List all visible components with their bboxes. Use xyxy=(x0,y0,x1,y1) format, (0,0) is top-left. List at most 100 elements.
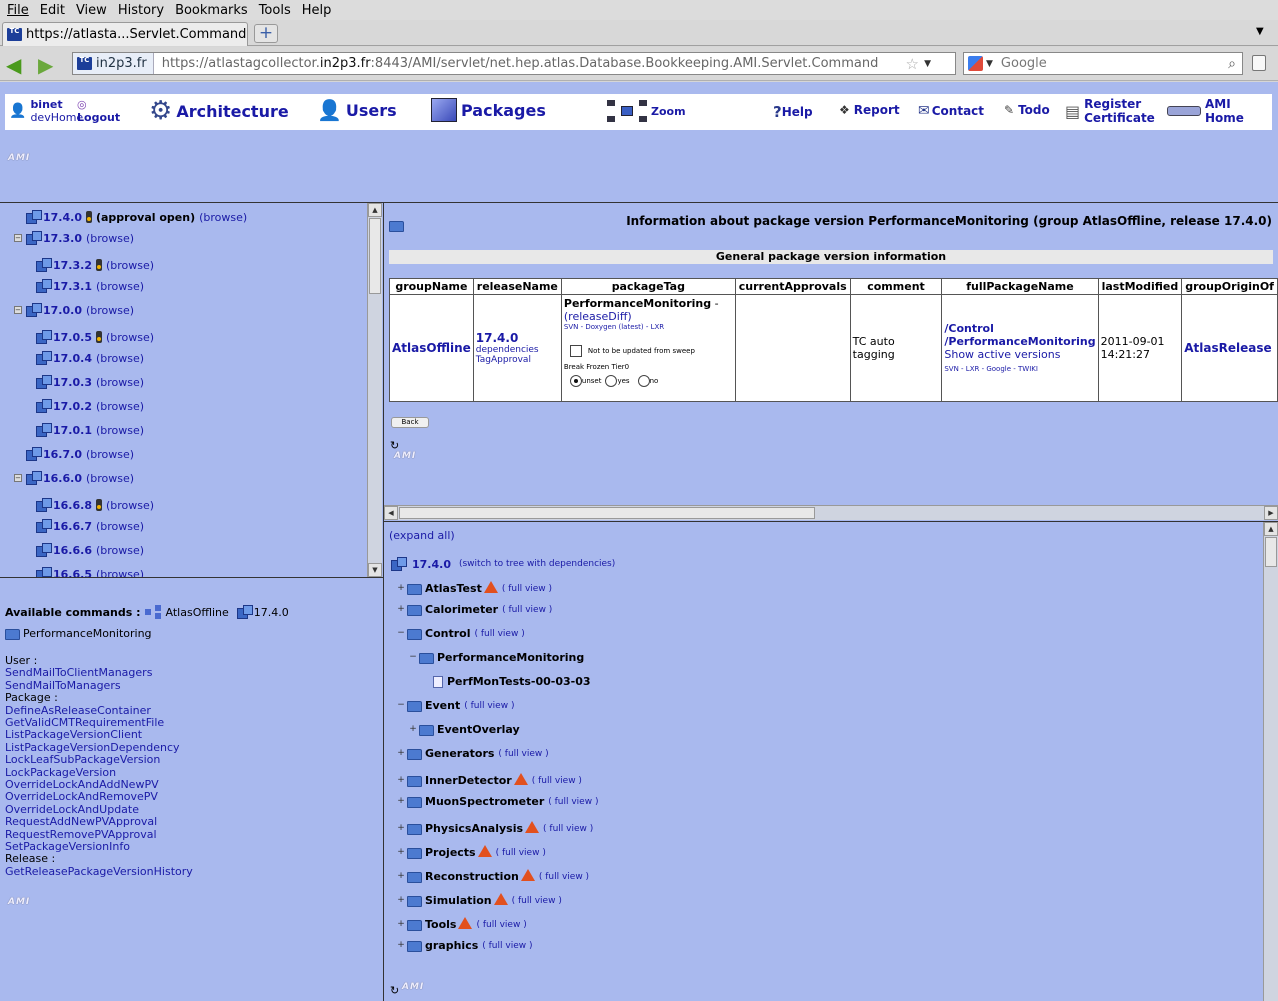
tag-approval-link[interactable]: TagApproval xyxy=(476,355,559,365)
release-diff-link[interactable]: (releaseDiff) xyxy=(564,310,632,323)
tree-node[interactable]: + AtlasTest ( full view ) xyxy=(397,580,552,595)
help-link[interactable]: ? Help xyxy=(773,103,813,121)
menu-edit[interactable]: Edit xyxy=(40,3,65,18)
register-certificate-link[interactable]: ▤ Register Certificate xyxy=(1065,97,1155,125)
tree-item[interactable]: 17.0.1 (browse) xyxy=(34,422,144,438)
browse-link[interactable]: (browse) xyxy=(106,259,154,272)
browse-link[interactable]: (browse) xyxy=(96,352,144,365)
command-link[interactable]: RequestAddNewPVApproval xyxy=(5,815,157,828)
expand-icon[interactable]: + xyxy=(409,724,417,734)
browse-link[interactable]: (browse) xyxy=(106,499,154,512)
browse-link[interactable]: (browse) xyxy=(86,472,134,485)
tree-node[interactable]: − Event( full view ) xyxy=(397,699,514,712)
users-link[interactable]: 👤 Users xyxy=(317,98,397,122)
tree-item-label[interactable]: 17.3.0 xyxy=(43,232,82,245)
dependencies-link[interactable]: dependencies xyxy=(476,345,559,355)
tree-item[interactable]: 17.4.0 (approval open) (browse) xyxy=(14,209,247,225)
command-link[interactable]: GetReleasePackageVersionHistory xyxy=(5,865,193,878)
back-icon[interactable]: ◀ xyxy=(6,53,21,77)
search-engine-dropdown-icon[interactable]: ▼ xyxy=(986,59,993,69)
zoom-link[interactable]: Zoom xyxy=(607,100,686,122)
expand-icon[interactable]: + xyxy=(397,796,405,806)
tree-item[interactable]: 16.6.6 (browse) xyxy=(34,542,144,558)
expand-icon[interactable]: + xyxy=(397,604,405,614)
expand-all-link[interactable]: (expand all) xyxy=(389,529,455,542)
commands-package[interactable]: PerformanceMonitoring xyxy=(5,627,152,640)
commands-release[interactable]: 17.4.0 xyxy=(254,606,289,619)
browse-link[interactable]: (browse) xyxy=(96,280,144,293)
tree-item[interactable]: 17.0.4 (browse) xyxy=(34,350,144,366)
url-dropdown-icon[interactable]: ▼ xyxy=(924,59,931,69)
todo-link[interactable]: ✎ Todo xyxy=(1004,103,1050,117)
menu-help[interactable]: Help xyxy=(302,3,332,18)
tree-item[interactable]: − 17.0.0 (browse) xyxy=(14,302,134,318)
back-button[interactable]: Back xyxy=(391,417,429,428)
collapse-icon[interactable]: − xyxy=(14,234,22,242)
tree-item-label[interactable]: 17.0.1 xyxy=(53,424,92,437)
menu-tools[interactable]: Tools xyxy=(259,3,291,18)
tab-list-icon[interactable]: ▼ xyxy=(1256,26,1264,37)
full-view-link[interactable]: ( full view ) xyxy=(498,749,548,759)
scroll-up-icon[interactable]: ▲ xyxy=(368,203,382,217)
full-view-link[interactable]: ( full view ) xyxy=(474,629,524,639)
tree-node[interactable]: + Tools ( full view ) xyxy=(397,916,527,931)
tree-node[interactable]: + Generators( full view ) xyxy=(397,747,549,760)
command-link[interactable]: LockLeafSubPackageVersion xyxy=(5,753,160,766)
packages-link[interactable]: Packages xyxy=(431,98,546,122)
browse-link[interactable]: (browse) xyxy=(199,211,247,224)
full-view-link[interactable]: ( full view ) xyxy=(502,584,552,594)
browser-tab[interactable]: TC https://atlasta...Servlet.Command xyxy=(2,22,248,46)
tree-item[interactable]: 16.6.7 (browse) xyxy=(34,518,144,534)
full-view-link[interactable]: ( full view ) xyxy=(539,872,589,882)
tree-item[interactable]: 17.3.2 (browse) xyxy=(34,257,154,273)
tree-item-label[interactable]: 17.0.3 xyxy=(53,376,92,389)
contact-link[interactable]: ✉ Contact xyxy=(918,103,984,119)
tree-item-label[interactable]: 16.7.0 xyxy=(43,448,82,461)
site-identity[interactable]: TC in2p3.fr xyxy=(73,53,154,74)
menu-page-icon[interactable] xyxy=(1252,55,1266,71)
tree-node[interactable]: + EventOverlay xyxy=(409,723,520,736)
command-link[interactable]: OverrideLockAndRemovePV xyxy=(5,790,158,803)
expand-icon[interactable]: + xyxy=(397,748,405,758)
tree-item[interactable]: 17.0.2 (browse) xyxy=(34,398,144,414)
browse-link[interactable]: (browse) xyxy=(96,520,144,533)
tree-item-label[interactable]: 17.3.2 xyxy=(53,259,92,272)
command-link[interactable]: RequestRemovePVApproval xyxy=(5,828,157,841)
tree-item-label[interactable]: 16.6.6 xyxy=(53,544,92,557)
command-link[interactable]: DefineAsReleaseContainer xyxy=(5,704,151,717)
radio-unset[interactable] xyxy=(569,375,582,387)
tree-item-label[interactable]: 17.0.0 xyxy=(43,304,82,317)
sweep-checkbox[interactable] xyxy=(569,345,582,357)
browse-link[interactable]: (browse) xyxy=(86,448,134,461)
menu-file[interactable]: File xyxy=(7,3,29,18)
menu-bookmarks[interactable]: Bookmarks xyxy=(175,3,248,18)
command-link[interactable]: GetValidCMTRequirementFile xyxy=(5,716,164,729)
full-view-link[interactable]: ( full view ) xyxy=(476,920,526,930)
forward-icon[interactable]: ▶ xyxy=(38,53,53,77)
tree-node[interactable]: − PerformanceMonitoring xyxy=(409,651,584,664)
search-icon[interactable]: ⌕ xyxy=(1228,56,1236,72)
tree-item[interactable]: 17.3.1 (browse) xyxy=(34,278,144,294)
expand-icon[interactable]: + xyxy=(397,847,405,857)
logout-link[interactable]: ◎ Logout xyxy=(77,98,120,124)
search-input[interactable]: Google xyxy=(1001,56,1047,71)
tree-node[interactable]: + Reconstruction ( full view ) xyxy=(397,868,589,883)
tree-node[interactable]: + MuonSpectrometer( full view ) xyxy=(397,795,598,808)
command-link[interactable]: SendMailToClientManagers xyxy=(5,666,152,679)
command-link[interactable]: LockPackageVersion xyxy=(5,766,116,779)
tree-item-label[interactable]: 17.0.5 xyxy=(53,331,92,344)
tag-links[interactable]: SVN - Doxygen (latest) - LXR xyxy=(564,323,733,331)
tree-item-label[interactable]: 17.4.0 xyxy=(43,211,82,224)
command-link[interactable]: OverrideLockAndUpdate xyxy=(5,803,139,816)
tree-item-label[interactable]: 17.0.4 xyxy=(53,352,92,365)
expand-icon[interactable]: + xyxy=(397,871,405,881)
tree-item[interactable]: 16.7.0 (browse) xyxy=(14,446,134,462)
show-active-versions-link[interactable]: Show active versions xyxy=(944,348,1095,361)
full-view-link[interactable]: ( full view ) xyxy=(496,848,546,858)
refresh-icon[interactable]: ↻ xyxy=(390,984,399,997)
browse-link[interactable]: (browse) xyxy=(96,376,144,389)
expand-icon[interactable]: + xyxy=(397,775,405,785)
menu-view[interactable]: View xyxy=(76,3,107,18)
tree-item[interactable]: 16.6.5 (browse) xyxy=(34,566,144,577)
tree-item[interactable]: 17.0.5 (browse) xyxy=(34,329,154,345)
